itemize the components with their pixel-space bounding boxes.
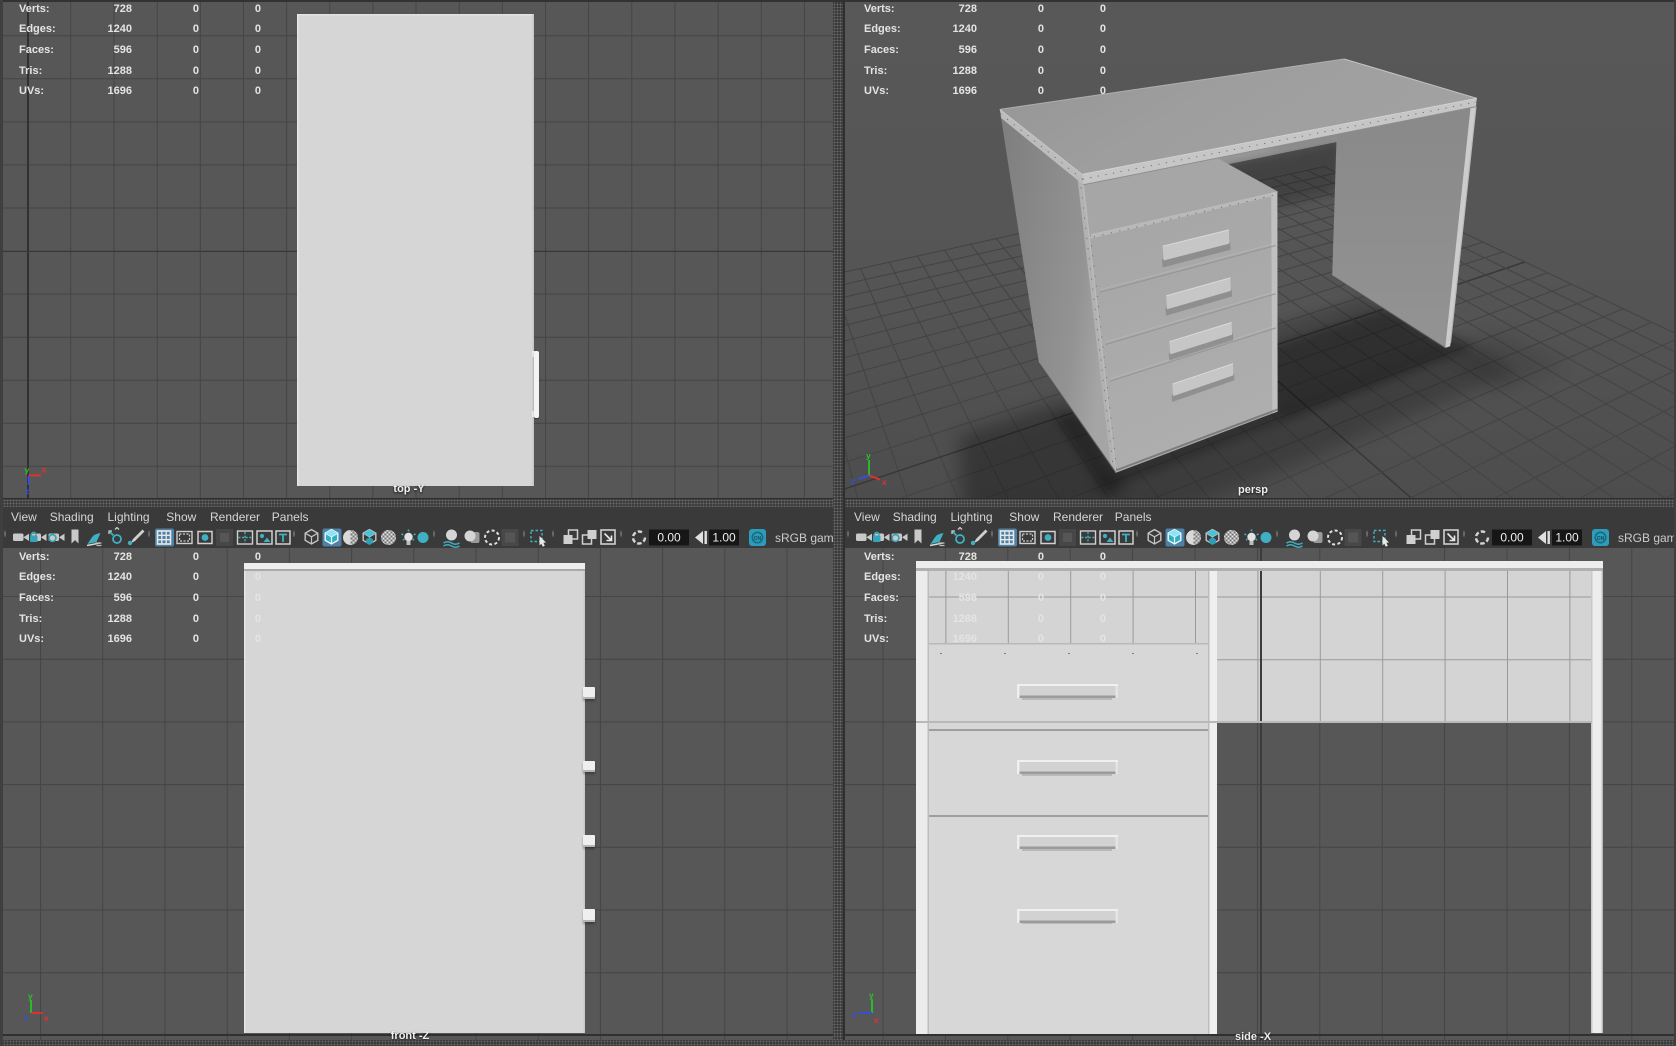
svg-text:x: x — [44, 1013, 49, 1023]
svg-text:z: z — [24, 1012, 28, 1022]
svg-text:sRGB gamma: sRGB gamma — [775, 531, 835, 545]
svg-text:x: x — [874, 1015, 879, 1025]
svg-text:x: x — [882, 477, 887, 487]
svg-text:y: y — [869, 990, 874, 1000]
svg-text:0.00: 0.00 — [1500, 531, 1524, 545]
svg-text:z: z — [851, 476, 855, 486]
svg-text:z: z — [852, 1009, 856, 1019]
svg-text:1.00: 1.00 — [712, 531, 736, 545]
svg-text:ON: ON — [754, 536, 762, 542]
svg-text:1.00: 1.00 — [1555, 531, 1579, 545]
svg-text:0.00: 0.00 — [657, 531, 681, 545]
svg-text:y: y — [28, 993, 33, 1001]
svg-text:y: y — [25, 465, 30, 475]
svg-text:y: y — [866, 451, 871, 461]
svg-text:ON: ON — [1597, 536, 1605, 542]
svg-text:x: x — [42, 465, 47, 475]
svg-text:z: z — [25, 486, 29, 495]
svg-text:sRGB gamma: sRGB gamma — [1618, 531, 1676, 545]
